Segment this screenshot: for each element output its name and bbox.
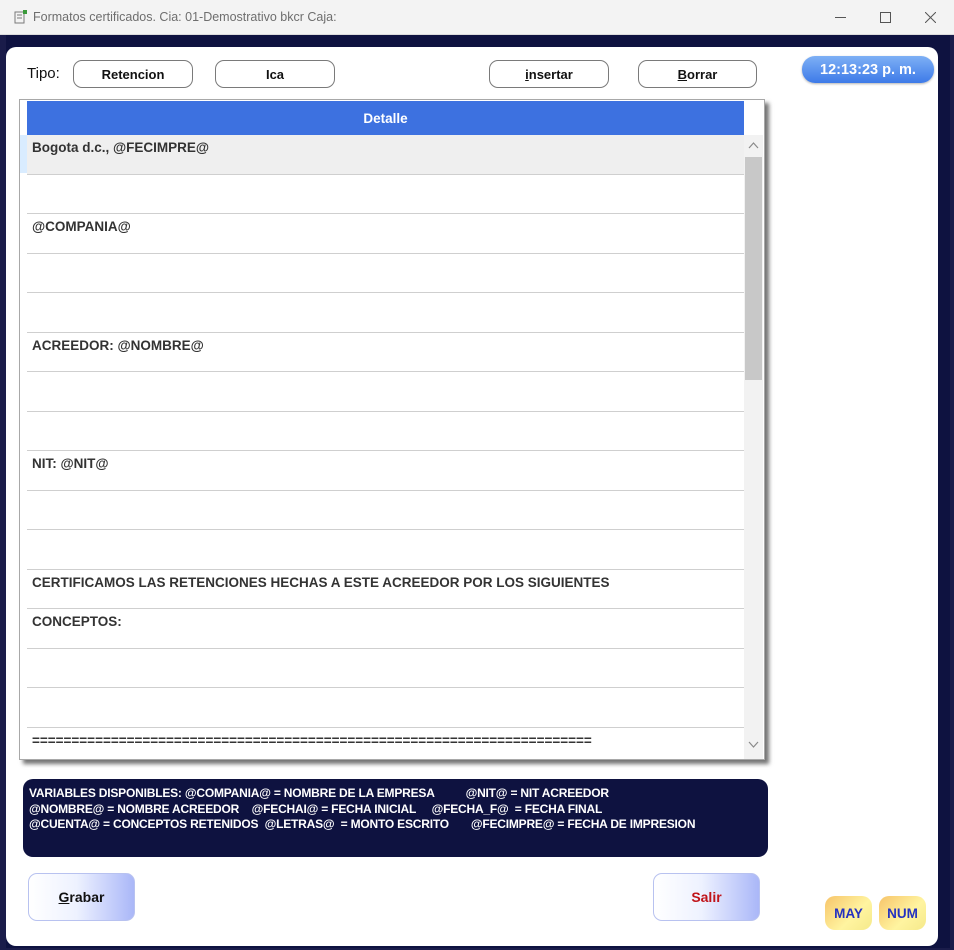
vertical-scrollbar[interactable] <box>744 135 763 759</box>
table-row[interactable]: CONCEPTOS: <box>27 609 744 649</box>
table-row[interactable]: Bogota d.c., @FECIMPRE@ <box>27 135 744 175</box>
table-row[interactable] <box>27 412 744 451</box>
table-row[interactable]: @COMPANIA@ <box>27 214 744 254</box>
table-row[interactable] <box>27 491 744 530</box>
scroll-up-icon[interactable] <box>748 141 759 149</box>
num-lock-indicator: NUM <box>879 896 926 930</box>
variables-line-2: @NOMBRE@ = NOMBRE ACREEDOR @FECHAI@ = FE… <box>29 802 603 816</box>
variables-line-1: VARIABLES DISPONIBLES: @COMPANIA@ = NOMB… <box>29 786 609 800</box>
table-row[interactable] <box>27 372 744 412</box>
grabar-label: rabar <box>69 889 105 905</box>
retencion-button[interactable]: Retencion <box>73 60 193 88</box>
table-row[interactable] <box>27 254 744 293</box>
window-title: Formatos certificados. Cia: 01-Demostrat… <box>33 10 337 24</box>
scroll-down-icon[interactable] <box>748 741 759 749</box>
table-row[interactable]: NIT: @NIT@ <box>27 451 744 491</box>
ica-button[interactable]: Ica <box>215 60 335 88</box>
close-icon[interactable] <box>907 0 953 34</box>
table-row[interactable] <box>27 175 744 214</box>
grabar-hotkey: G <box>58 889 70 905</box>
maximize-icon[interactable] <box>862 0 908 34</box>
insertar-button[interactable]: i nsertar <box>489 60 609 88</box>
table-row[interactable] <box>27 530 744 570</box>
table-row[interactable] <box>27 649 744 688</box>
table-row[interactable]: ========================================… <box>27 728 744 768</box>
table-row[interactable]: CERTIFICAMOS LAS RETENCIONES HECHAS A ES… <box>27 570 744 609</box>
grid-header-detalle: Detalle <box>27 101 744 135</box>
scrollbar-thumb[interactable] <box>745 157 762 380</box>
clock-badge: 12:13:23 p. m. <box>802 56 934 83</box>
app-icon <box>14 10 27 24</box>
borrar-hotkey: B <box>677 66 688 82</box>
caps-lock-indicator: MAY <box>825 896 872 930</box>
tipo-label: Tipo: <box>27 65 60 82</box>
insertar-label: nsertar <box>528 66 573 82</box>
row-selector <box>20 135 27 173</box>
table-row[interactable] <box>27 293 744 333</box>
table-row[interactable] <box>27 688 744 728</box>
grid-rows: Bogota d.c., @FECIMPRE@ @COMPANIA@ ACREE… <box>27 135 744 767</box>
variables-line-3: @CUENTA@ = CONCEPTOS RETENIDOS @LETRAS@ … <box>29 817 696 831</box>
detalle-grid[interactable]: Detalle Bogota d.c., @FECIMPRE@ @COMPANI… <box>19 99 765 760</box>
table-row[interactable]: ACREEDOR: @NOMBRE@ <box>27 333 744 372</box>
borrar-label: orrar <box>687 66 718 82</box>
minimize-icon[interactable] <box>817 0 863 34</box>
variables-info-panel: VARIABLES DISPONIBLES: @COMPANIA@ = NOMB… <box>23 779 768 857</box>
grabar-button[interactable]: Grabar <box>28 873 135 921</box>
title-bar: Formatos certificados. Cia: 01-Demostrat… <box>0 0 954 35</box>
salir-button[interactable]: Salir <box>653 873 760 921</box>
borrar-button[interactable]: Borrar <box>638 60 757 88</box>
